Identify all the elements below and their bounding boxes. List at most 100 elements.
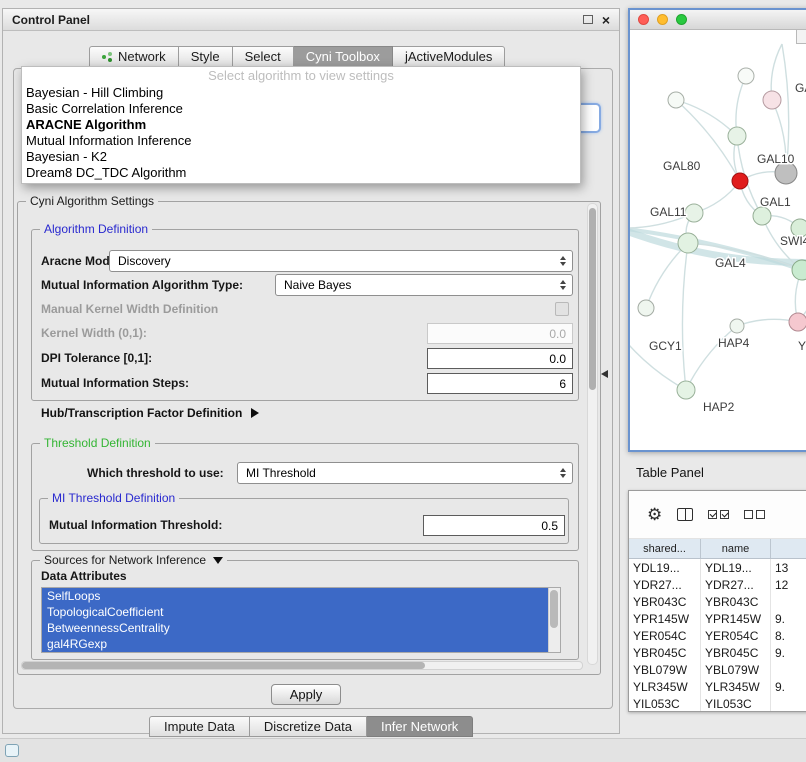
close-traffic-light-icon[interactable]: [638, 14, 649, 25]
network-node-label: Y: [798, 339, 806, 353]
which-threshold-select[interactable]: MI Threshold: [237, 462, 573, 484]
network-node[interactable]: [738, 68, 754, 84]
status-strip: [0, 738, 806, 762]
network-node[interactable]: [677, 381, 695, 399]
table-toolbar: ⚙: [629, 491, 806, 539]
table-row[interactable]: YDL19...YDL19...13: [629, 559, 806, 576]
scrollbar-thumb[interactable]: [589, 208, 596, 390]
network-edge[interactable]: [682, 243, 688, 390]
network-node[interactable]: [728, 127, 746, 145]
column-selector-icon[interactable]: [677, 508, 693, 521]
table-row[interactable]: YLR345WYLR345W9.: [629, 678, 806, 695]
list-scrollbar[interactable]: [548, 588, 560, 652]
apply-button[interactable]: Apply: [271, 684, 341, 705]
table-row[interactable]: YBR043CYBR043C: [629, 593, 806, 610]
mi-algorithm-type-label: Mutual Information Algorithm Type:: [41, 274, 243, 296]
network-node[interactable]: [763, 91, 781, 109]
network-node[interactable]: [638, 300, 654, 316]
network-node[interactable]: [678, 233, 698, 253]
network-node[interactable]: [668, 92, 684, 108]
algorithm-option-mutual-information-inference[interactable]: Mutual Information Inference: [22, 133, 580, 149]
sources-legend-text: Sources for Network Inference: [44, 553, 206, 568]
tab-infer-network[interactable]: Infer Network: [367, 716, 473, 737]
mi-algorithm-type-selected-value: Naive Bayes: [284, 278, 351, 292]
attribute-item-betweennesscentrality[interactable]: BetweennessCentrality: [42, 620, 548, 636]
sources-legend[interactable]: Sources for Network Inference: [40, 553, 227, 568]
scrollbar-thumb[interactable]: [22, 662, 425, 669]
tab-discretize-data[interactable]: Discretize Data: [250, 716, 367, 737]
table-row[interactable]: YIL053CYIL053C: [629, 695, 806, 712]
tab-impute-data[interactable]: Impute Data: [149, 716, 250, 737]
manual-kernel-label: Manual Kernel Width Definition: [41, 298, 218, 320]
network-node[interactable]: [753, 207, 771, 225]
network-edge[interactable]: [646, 243, 688, 308]
minimize-traffic-light-icon[interactable]: [657, 14, 668, 25]
table-cell: YER054C: [629, 627, 701, 644]
table-row[interactable]: YER054CYER054C8.: [629, 627, 806, 644]
algorithm-option-basic-correlation-inference[interactable]: Basic Correlation Inference: [22, 101, 580, 117]
vertical-scrollbar[interactable]: [587, 203, 598, 665]
attribute-item-gal4rgexp[interactable]: gal4RGexp: [42, 636, 548, 652]
scrollbar-thumb[interactable]: [550, 590, 558, 628]
table-cell: YDR27...: [701, 576, 771, 593]
dpi-tolerance-label: DPI Tolerance [0,1]:: [41, 347, 152, 369]
attribute-item-topologicalcoefficient[interactable]: TopologicalCoefficient: [42, 604, 548, 620]
dropdown-placeholder: Select algorithm to view settings: [22, 67, 580, 85]
network-node[interactable]: [730, 319, 744, 333]
combo-arrows-icon: [560, 468, 566, 478]
network-canvas[interactable]: GAL80GAL10GAL11GAL1SWI4GAL4GCY1HAP4HAP2G…: [630, 30, 806, 450]
which-threshold-label: Which threshold to use:: [87, 462, 224, 484]
tab-style[interactable]: Style: [179, 46, 233, 67]
gear-icon[interactable]: ⚙: [647, 506, 662, 523]
network-window-titlebar[interactable]: [630, 10, 806, 30]
deselect-all-icon[interactable]: [744, 510, 765, 519]
algorithm-dropdown-list: Select algorithm to view settings Bayesi…: [21, 66, 581, 184]
float-panel-icon[interactable]: [583, 15, 593, 24]
close-icon[interactable]: ×: [602, 13, 610, 27]
table-cell: YDR27...: [629, 576, 701, 593]
network-node[interactable]: [732, 173, 748, 189]
column-header-shared[interactable]: shared...: [629, 539, 701, 558]
aracne-mode-select[interactable]: Discovery: [109, 250, 573, 272]
panel-title: Control Panel: [12, 13, 90, 27]
horizontal-scrollbar[interactable]: [21, 661, 583, 670]
mi-steps-input[interactable]: [427, 373, 573, 394]
table-cell: 9.: [771, 610, 806, 627]
tab-jactivemodules[interactable]: jActiveModules: [393, 46, 505, 67]
column-header-name[interactable]: name: [701, 539, 771, 558]
tab-network[interactable]: Network: [89, 46, 179, 67]
tab-label: Cyni Toolbox: [306, 49, 380, 64]
tab-select[interactable]: Select: [233, 46, 294, 67]
table-row[interactable]: YBL079WYBL079W: [629, 661, 806, 678]
tab-cyni-toolbox[interactable]: Cyni Toolbox: [294, 46, 393, 67]
table-cell: YPR145W: [701, 610, 771, 627]
mi-algorithm-type-select[interactable]: Naive Bayes: [275, 274, 573, 296]
data-attributes-list[interactable]: SelfLoopsTopologicalCoefficientBetweenne…: [41, 587, 561, 653]
table-row[interactable]: YDR27...YDR27...12: [629, 576, 806, 593]
select-all-icon[interactable]: [708, 510, 729, 519]
table-cell: YBR043C: [629, 593, 701, 610]
dpi-tolerance-input[interactable]: [427, 348, 573, 369]
algorithm-option-aracne-algorithm[interactable]: ARACNE Algorithm: [22, 117, 580, 133]
table-cell: 13: [771, 559, 806, 576]
table-cell: YIL053C: [701, 695, 771, 712]
algorithm-option-dream8-dc-tdc-algorithm[interactable]: Dream8 DC_TDC Algorithm: [22, 165, 580, 181]
network-node[interactable]: [685, 204, 703, 222]
algorithm-option-bayesian-hill-climbing[interactable]: Bayesian - Hill Climbing: [22, 85, 580, 101]
algorithm-option-bayesian-k2[interactable]: Bayesian - K2: [22, 149, 580, 165]
threshold-definition-legend: Threshold Definition: [40, 436, 155, 451]
column-header-col3[interactable]: [771, 539, 806, 558]
table-row[interactable]: YBR045CYBR045C9.: [629, 644, 806, 661]
table-cell: YBR045C: [701, 644, 771, 661]
table-body: YDL19...YDL19...13YDR27...YDR27...12YBR0…: [629, 559, 806, 712]
table-row[interactable]: YPR145WYPR145W9.: [629, 610, 806, 627]
tab-label: jActiveModules: [405, 49, 492, 64]
network-node-label: GCY1: [649, 339, 682, 353]
split-pane-collapse-icon[interactable]: [601, 370, 608, 378]
restore-panel-icon[interactable]: [5, 744, 19, 757]
mi-threshold-input[interactable]: [423, 515, 565, 536]
network-node[interactable]: [789, 313, 806, 331]
hub-definition-expander[interactable]: Hub/Transcription Factor Definition: [41, 403, 259, 423]
attribute-item-selfloops[interactable]: SelfLoops: [42, 588, 548, 604]
zoom-traffic-light-icon[interactable]: [676, 14, 687, 25]
